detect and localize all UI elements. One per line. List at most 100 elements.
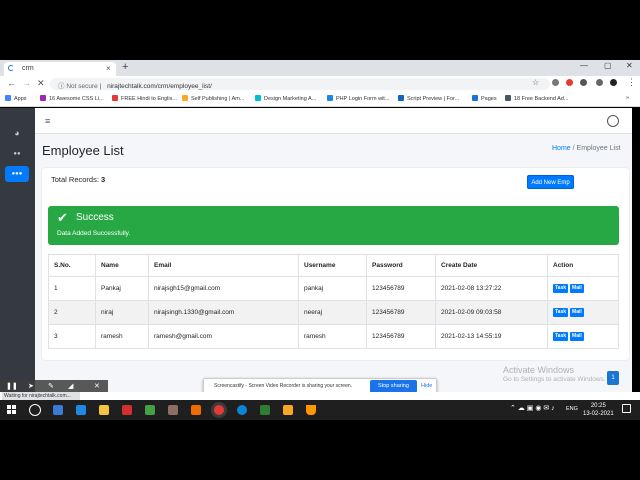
mail-button[interactable]: Mail bbox=[570, 308, 584, 317]
top-navbar bbox=[35, 108, 632, 134]
table-row: 2 niraj nirajsingh.1330@gmail.com neeraj… bbox=[48, 300, 619, 325]
cell-sno: 3 bbox=[48, 324, 96, 349]
filezilla-icon[interactable] bbox=[122, 405, 132, 415]
app-icon[interactable] bbox=[168, 405, 178, 415]
language-indicator[interactable]: ENG bbox=[566, 406, 578, 412]
hamburger-menu-icon[interactable]: ≡ bbox=[45, 116, 50, 126]
url-bar[interactable]: ⓘ Not secure | nirajtechtalk.com/crm/emp… bbox=[50, 78, 550, 90]
cell-password: 123456789 bbox=[366, 300, 436, 325]
taskbar-clock[interactable]: 20:25 13-02-2021 bbox=[583, 402, 614, 418]
table-header-row: S.No. Name Email Username Password Creat… bbox=[48, 254, 619, 277]
star-icon[interactable]: ☆ bbox=[532, 78, 539, 87]
table-row: 3 ramesh ramesh@gmail.com ramesh 1234567… bbox=[48, 324, 619, 349]
bookmark-item[interactable]: FREE Hindi to Englis... bbox=[112, 95, 177, 102]
bookmarks-overflow-icon[interactable]: » bbox=[626, 95, 629, 101]
new-tab-button[interactable]: + bbox=[122, 61, 128, 73]
task-button[interactable]: Task bbox=[553, 332, 569, 341]
loading-status-text: Waiting for nirajtechtalk.com... bbox=[2, 392, 80, 400]
edge-icon[interactable] bbox=[237, 405, 247, 415]
close-recorder-icon[interactable]: ✕ bbox=[94, 382, 100, 390]
cell-create-date: 2021-02-08 13:27:22 bbox=[435, 276, 548, 301]
browser-status-bar bbox=[0, 392, 640, 400]
browser-menu-icon[interactable]: ⋮ bbox=[627, 77, 636, 88]
notifications-icon[interactable] bbox=[622, 404, 631, 413]
screencastify-icon[interactable] bbox=[566, 79, 573, 86]
app-icon[interactable] bbox=[191, 405, 201, 415]
search-icon[interactable] bbox=[29, 404, 41, 416]
browser-tab[interactable]: crm bbox=[4, 62, 116, 76]
bookmark-item[interactable]: 16 Awesome CSS Li... bbox=[40, 95, 104, 102]
task-button[interactable]: Task bbox=[553, 308, 569, 317]
mail-button[interactable]: Mail bbox=[570, 284, 584, 293]
bookmark-favicon-icon bbox=[112, 95, 118, 101]
mail-button[interactable]: Mail bbox=[570, 332, 584, 341]
user-account-icon[interactable] bbox=[607, 115, 619, 127]
column-header: Create Date bbox=[435, 254, 548, 277]
task-button[interactable]: Task bbox=[553, 284, 569, 293]
notepad-plus-icon[interactable] bbox=[145, 405, 155, 415]
bookmark-favicon-icon bbox=[255, 95, 261, 101]
users-icon[interactable]: ●● bbox=[5, 146, 29, 162]
edge-legacy-icon[interactable] bbox=[76, 405, 86, 415]
clock-time: 20:25 bbox=[590, 403, 606, 409]
forward-button[interactable]: → bbox=[22, 78, 31, 88]
bookmark-item[interactable]: Script Preview | For... bbox=[398, 95, 459, 102]
cursor-icon[interactable]: ➤ bbox=[28, 382, 34, 390]
employee-table: S.No. Name Email Username Password Creat… bbox=[48, 254, 619, 349]
bookmark-favicon-icon bbox=[327, 95, 333, 101]
bookmark-favicon-icon bbox=[472, 95, 478, 101]
sublime-text-icon[interactable] bbox=[283, 405, 293, 415]
page-title: Employee List bbox=[42, 143, 124, 158]
bookmark-favicon-icon bbox=[398, 95, 404, 101]
highlight-icon[interactable]: ◢ bbox=[68, 382, 73, 390]
column-header: S.No. bbox=[48, 254, 96, 277]
profile-avatar[interactable] bbox=[610, 79, 617, 86]
breadcrumb-home-link[interactable]: Home bbox=[552, 145, 571, 152]
cell-name: niraj bbox=[95, 300, 149, 325]
cell-email: nirajsingh.1330@gmail.com bbox=[148, 300, 299, 325]
mail-app-icon[interactable] bbox=[53, 405, 63, 415]
close-window-button[interactable]: ✕ bbox=[626, 61, 633, 70]
tab-title: crm bbox=[22, 65, 34, 72]
maximize-button[interactable]: ▢ bbox=[604, 61, 612, 70]
employees-icon[interactable]: ●●● bbox=[5, 166, 29, 182]
minimize-button[interactable]: — bbox=[580, 61, 588, 70]
cell-name: Pankaj bbox=[95, 276, 149, 301]
back-button[interactable]: ← bbox=[7, 78, 16, 88]
bookmark-item[interactable]: 18 Free Backend Ad... bbox=[505, 95, 568, 102]
puzzle-icon[interactable] bbox=[596, 79, 603, 86]
clock-date: 13-02-2021 bbox=[583, 411, 614, 417]
bookmark-item[interactable]: Self Publishing | Am... bbox=[182, 95, 244, 102]
hide-share-bar-button[interactable]: Hide bbox=[421, 383, 432, 389]
floating-badge[interactable]: 1 bbox=[607, 371, 619, 385]
pause-icon[interactable]: ❚❚ bbox=[6, 382, 18, 390]
vlc-icon[interactable] bbox=[306, 405, 316, 415]
total-records: Total Records: 3 bbox=[51, 175, 105, 184]
bookmark-apps[interactable]: Apps bbox=[5, 95, 27, 102]
bookmark-item[interactable]: PHP Login Form wit... bbox=[327, 95, 389, 102]
bookmark-item[interactable]: Design Marketing A... bbox=[255, 95, 316, 102]
extension-icon[interactable] bbox=[552, 79, 559, 86]
extension-icon[interactable] bbox=[580, 79, 587, 86]
chrome-icon[interactable] bbox=[214, 405, 224, 415]
tab-close-icon[interactable]: × bbox=[106, 64, 111, 73]
cell-action: Task Mail bbox=[547, 300, 619, 325]
breadcrumb-current: Employee List bbox=[576, 145, 621, 152]
system-tray-icons[interactable]: ⌃ ☁ ▣ ◉ ✉ ♪ bbox=[510, 404, 555, 412]
add-new-emp-button[interactable]: Add New Emp bbox=[527, 175, 574, 189]
alert-message: Data Added Successfully. bbox=[57, 230, 131, 237]
table-row: 1 Pankaj nirajsgh15@gmail.com pankaj 123… bbox=[48, 276, 619, 301]
file-explorer-icon[interactable] bbox=[99, 405, 109, 415]
column-header: Email bbox=[148, 254, 299, 277]
cell-username: neeraj bbox=[298, 300, 367, 325]
cell-action: Task Mail bbox=[547, 276, 619, 301]
bookmark-item[interactable]: Pages bbox=[472, 95, 497, 102]
stop-loading-button[interactable]: ✕ bbox=[37, 78, 45, 89]
excel-icon[interactable] bbox=[260, 405, 270, 415]
dashboard-icon[interactable]: ◕ bbox=[5, 125, 29, 141]
cell-create-date: 2021-02-13 14:55:19 bbox=[435, 324, 548, 349]
security-label: Not secure bbox=[66, 83, 98, 90]
windows-start-icon[interactable] bbox=[7, 405, 17, 415]
cell-name: ramesh bbox=[95, 324, 149, 349]
pen-icon[interactable]: ✎ bbox=[48, 382, 54, 390]
